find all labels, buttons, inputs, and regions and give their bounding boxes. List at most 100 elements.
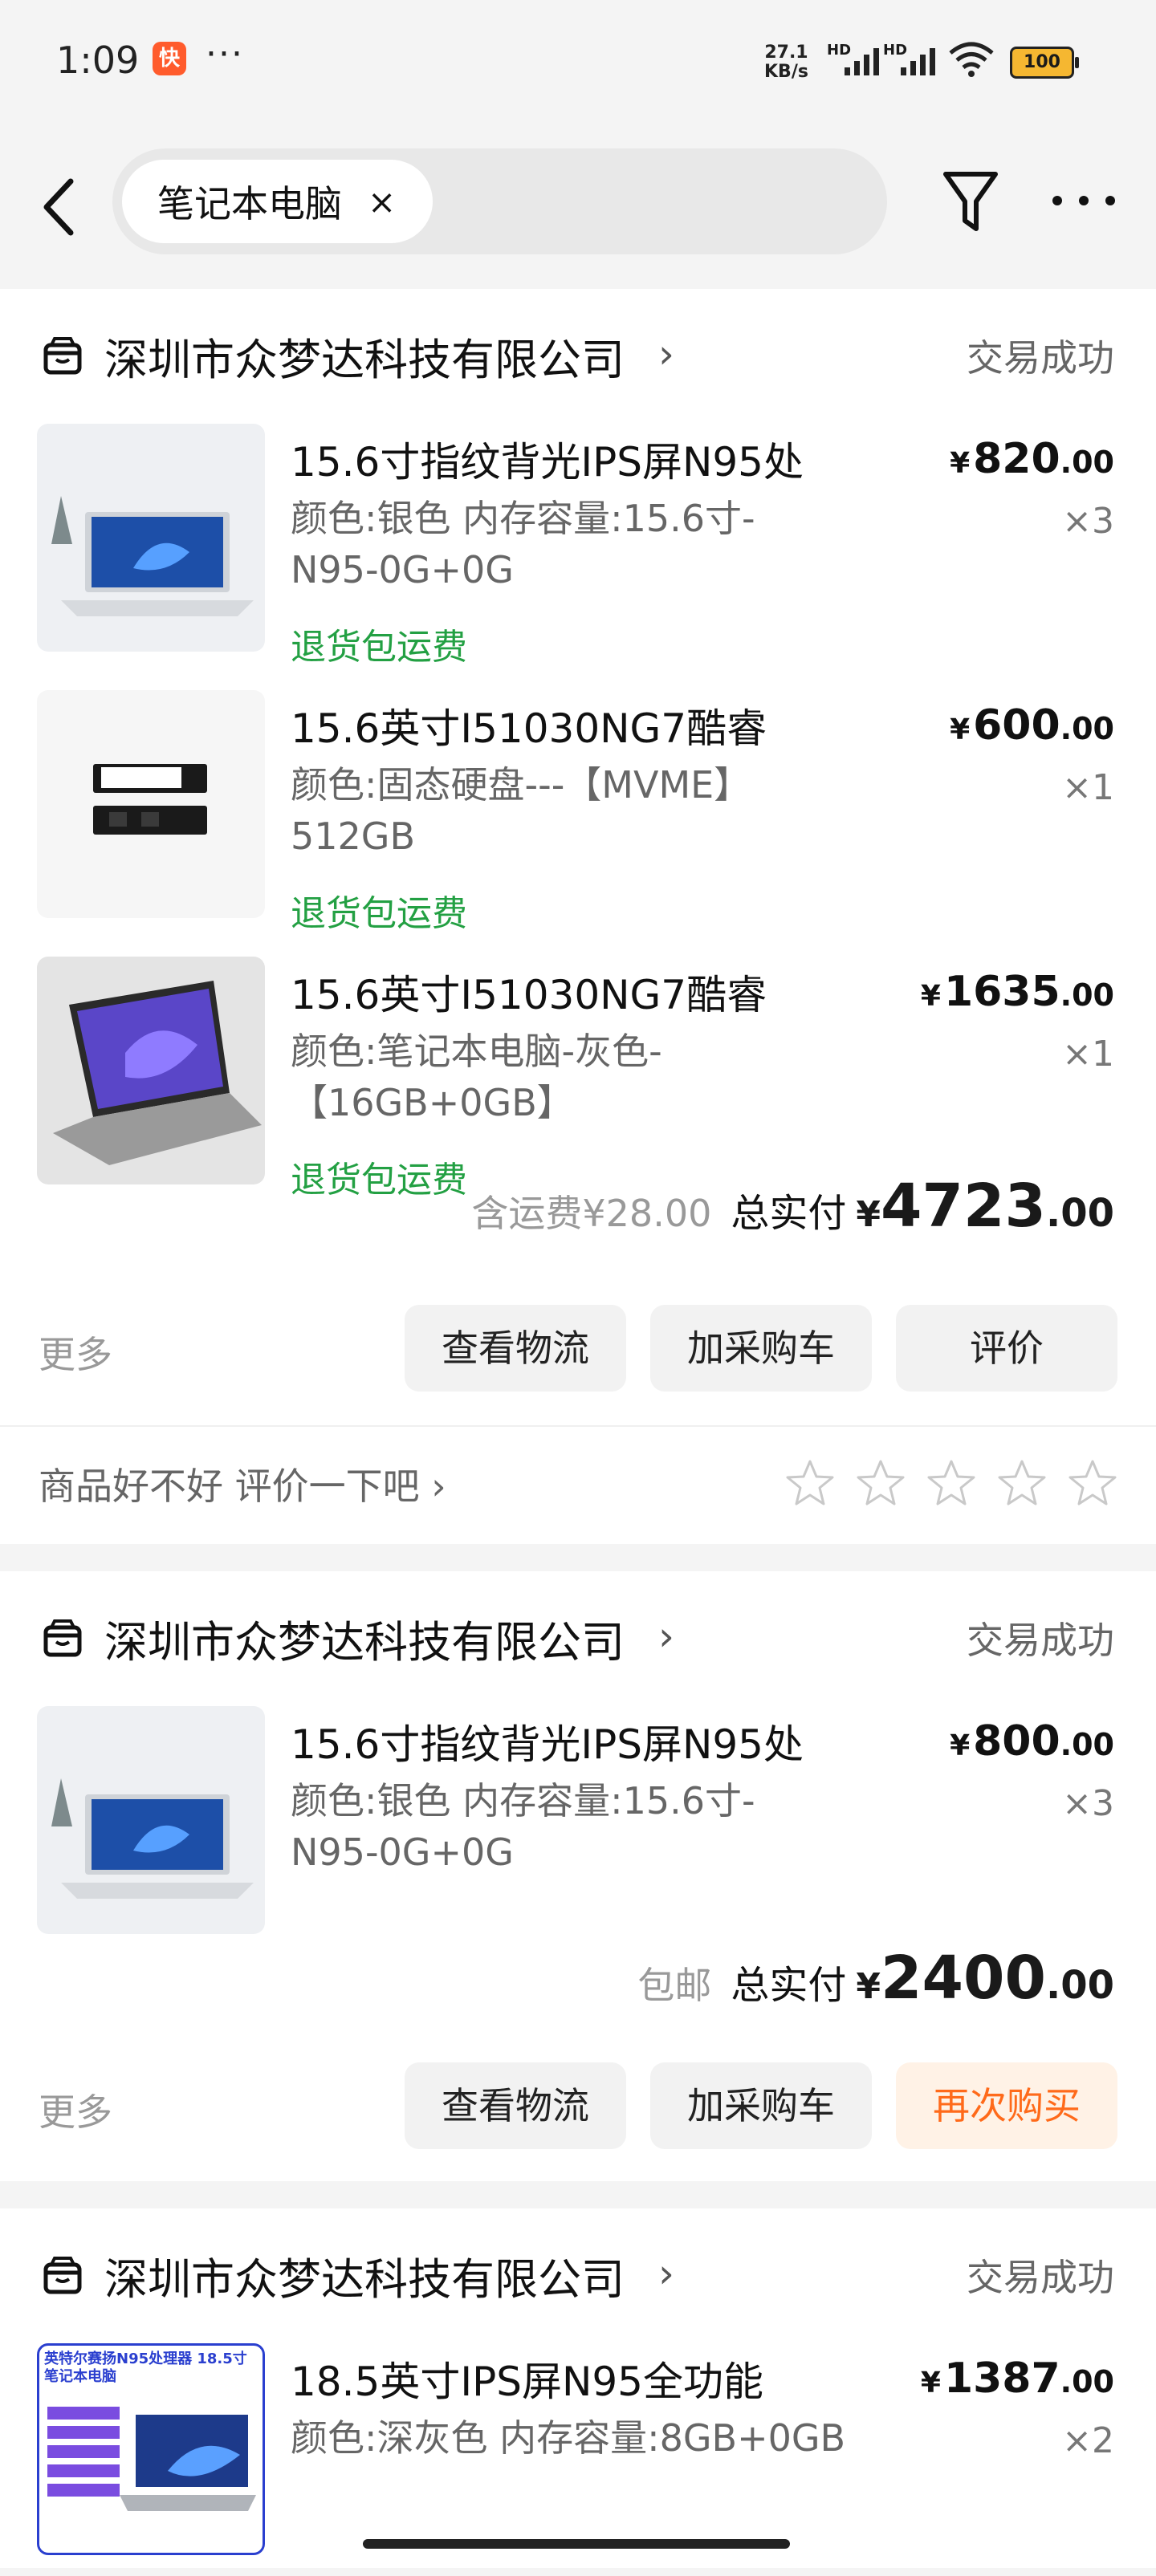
home-indicator[interactable]	[363, 2539, 790, 2549]
currency-symbol: ¥	[950, 713, 971, 746]
order-status: 交易成功	[967, 2256, 1114, 2299]
shop-name[interactable]: 深圳市众梦达科技有限公司	[104, 324, 625, 388]
product-image-laptop-silver[interactable]	[37, 424, 265, 652]
currency-symbol: ¥	[920, 2367, 941, 2399]
product-spec: 颜色:深灰色 内存容量:8GB+0GB	[291, 2416, 846, 2460]
order-item[interactable]: 15.6英寸I51030NG7酷睿 颜色:笔记本电脑-灰色-【16GB+0GB】…	[0, 957, 1156, 1201]
product-quantity: ×2	[1062, 2420, 1114, 2461]
star-icon[interactable]	[995, 1457, 1048, 1510]
more-notifications-icon: ···	[206, 34, 244, 75]
shop-row[interactable]: 深圳市众梦达科技有限公司 › 交易成功	[0, 1571, 1156, 1700]
return-shipping-tag: 退货包运费	[291, 627, 467, 668]
product-price: ¥1635.00	[921, 968, 1114, 1016]
status-bar: 1:09 快 ··· 27.1 KB/s HD HD 100	[0, 0, 1156, 120]
app-notification-icon: 快	[153, 42, 186, 75]
price-int: 1387	[943, 2355, 1060, 2403]
order-status: 交易成功	[967, 336, 1114, 380]
product-title: 18.5英寸IPS屏N95全功能	[291, 2359, 763, 2405]
order-card: 深圳市众梦达科技有限公司 › 交易成功 15.6寸指纹背光IPS屏N95处 颜色…	[0, 1571, 1156, 2181]
wifi-icon	[947, 40, 995, 87]
more-link[interactable]: 更多	[39, 1326, 112, 1379]
return-shipping-tag: 退货包运费	[291, 893, 467, 934]
currency-symbol: ¥	[856, 1966, 881, 2007]
signal-icon: HD	[827, 42, 880, 77]
price-dec: .00	[1060, 711, 1114, 746]
price-int: 800	[973, 1717, 1060, 1765]
shop-icon	[42, 1618, 83, 1660]
price-dec: .00	[1060, 2364, 1114, 2399]
product-image-laptop-gray[interactable]	[37, 957, 265, 1184]
product-spec: 颜色:银色 内存容量:15.6寸-N95-0G+0G	[291, 497, 755, 591]
chevron-right-icon: ›	[431, 1465, 446, 1508]
price-int: 1635	[943, 968, 1060, 1016]
order-card: 深圳市众梦达科技有限公司 › 交易成功 英特尔赛扬N95处理器 18.5寸笔记本…	[0, 2208, 1156, 2568]
rating-prompt[interactable]: 商品好不好 评价一下吧 ›	[39, 1457, 446, 1510]
shop-name[interactable]: 深圳市众梦达科技有限公司	[104, 2244, 625, 2307]
product-image-laptop-silver[interactable]	[37, 1706, 265, 1934]
product-spec: 颜色:笔记本电脑-灰色-【16GB+0GB】	[291, 1030, 662, 1124]
shop-icon	[42, 335, 83, 377]
buy-again-button[interactable]: 再次购买	[896, 2062, 1117, 2149]
more-link[interactable]: 更多	[39, 2083, 112, 2136]
price-dec: .00	[1060, 1727, 1114, 1762]
product-quantity: ×3	[1062, 1783, 1114, 1824]
return-shipping-tag: 退货包运费	[291, 1160, 467, 1201]
search-input[interactable]: 笔记本电脑 ×	[112, 148, 887, 254]
product-quantity: ×3	[1062, 501, 1114, 542]
shop-icon	[42, 2255, 83, 2297]
order-total: 包邮 总实付 ¥ 2400 .00	[637, 1944, 1114, 2016]
product-title: 15.6英寸I51030NG7酷睿	[291, 972, 767, 1018]
product-image-ssd[interactable]	[37, 690, 265, 918]
currency-symbol: ¥	[950, 447, 971, 480]
battery-icon: 100	[1010, 47, 1079, 79]
shop-row[interactable]: 深圳市众梦达科技有限公司 › 交易成功	[0, 2208, 1156, 2337]
star-icon[interactable]	[1066, 1457, 1119, 1510]
shop-row[interactable]: 深圳市众梦达科技有限公司 › 交易成功	[0, 289, 1156, 417]
shop-name[interactable]: 深圳市众梦达科技有限公司	[104, 1607, 625, 1670]
product-spec: 颜色:银色 内存容量:15.6寸-N95-0G+0G	[291, 1779, 755, 1874]
product-image-caption: 英特尔赛扬N95处理器 18.5寸笔记本电脑	[44, 2350, 247, 2385]
product-price: ¥800.00	[950, 1717, 1114, 1765]
view-logistics-button[interactable]: 查看物流	[405, 1305, 626, 1392]
price-int: 820	[973, 435, 1060, 483]
rating-row[interactable]: 商品好不好 评价一下吧 ›	[0, 1425, 1156, 1547]
star-icon[interactable]	[925, 1457, 978, 1510]
add-to-purchase-cart-button[interactable]: 加采购车	[650, 2062, 872, 2149]
currency-symbol: ¥	[856, 1194, 881, 1235]
signal-icon-2: HD	[883, 42, 936, 77]
product-title: 15.6寸指纹背光IPS屏N95处	[291, 439, 804, 486]
product-title: 15.6英寸I51030NG7酷睿	[291, 705, 767, 752]
total-label: 总实付	[731, 1963, 847, 2008]
currency-symbol: ¥	[920, 980, 941, 1013]
product-price: ¥820.00	[950, 435, 1114, 483]
clear-icon[interactable]: ×	[368, 182, 396, 221]
star-icon[interactable]	[784, 1457, 836, 1510]
filter-icon[interactable]	[941, 165, 1000, 237]
chevron-right-icon: ›	[658, 2250, 674, 2297]
price-dec: .00	[1060, 445, 1114, 480]
more-options-icon[interactable]	[1048, 185, 1120, 217]
order-item[interactable]: 15.6英寸I51030NG7酷睿 颜色:固态硬盘---【MVME】512GB …	[0, 690, 1156, 934]
free-shipping: 包邮	[637, 1964, 712, 2007]
rating-prompt-text: 商品好不好 评价一下吧	[39, 1465, 420, 1508]
chevron-right-icon: ›	[658, 331, 674, 377]
order-item[interactable]: 15.6寸指纹背光IPS屏N95处 颜色:银色 内存容量:15.6寸-N95-0…	[0, 424, 1156, 668]
product-quantity: ×1	[1062, 1034, 1114, 1075]
total-dec: .00	[1045, 1191, 1114, 1236]
net-speed: 27.1 KB/s	[764, 43, 808, 82]
product-title: 15.6寸指纹背光IPS屏N95处	[291, 1721, 804, 1768]
review-button[interactable]: 评价	[896, 1305, 1117, 1392]
product-spec: 颜色:固态硬盘---【MVME】512GB	[291, 763, 751, 858]
order-item[interactable]: 15.6寸指纹背光IPS屏N95处 颜色:银色 内存容量:15.6寸-N95-0…	[0, 1706, 1156, 1939]
total-int: 2400	[881, 1944, 1046, 2013]
net-speed-value: 27.1	[764, 43, 808, 63]
price-int: 600	[973, 701, 1060, 750]
add-to-purchase-cart-button[interactable]: 加采购车	[650, 1305, 872, 1392]
product-image-laptop-promo[interactable]: 英特尔赛扬N95处理器 18.5寸笔记本电脑	[37, 2343, 265, 2555]
search-chip[interactable]: 笔记本电脑 ×	[122, 160, 434, 243]
star-icon[interactable]	[854, 1457, 907, 1510]
order-total: 含运费¥28.00 总实付 ¥ 4723 .00	[471, 1172, 1114, 1244]
shipping-fee: 含运费¥28.00	[471, 1192, 712, 1235]
back-icon[interactable]	[35, 175, 83, 239]
view-logistics-button[interactable]: 查看物流	[405, 2062, 626, 2149]
